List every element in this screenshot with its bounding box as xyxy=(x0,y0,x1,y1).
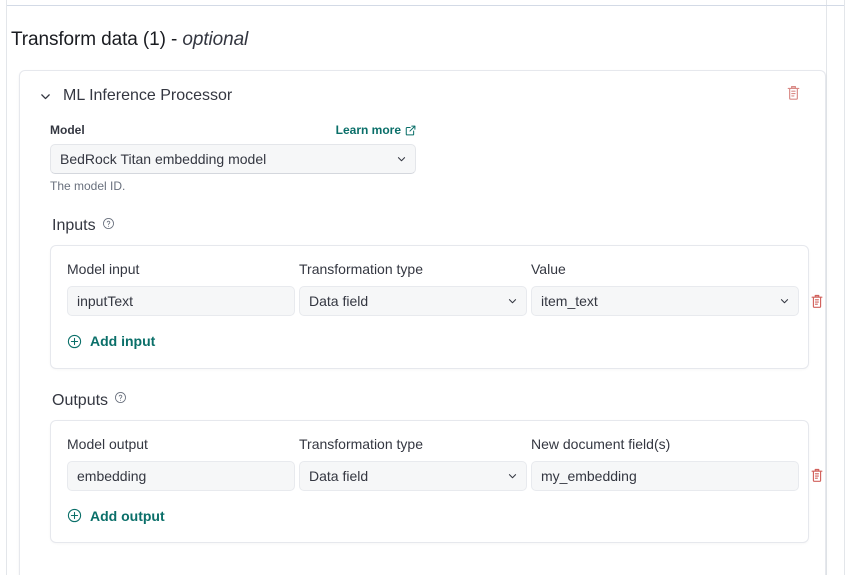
processor-header: ML Inference Processor xyxy=(20,71,825,106)
outputs-col-new-document-field: New document field(s) xyxy=(531,435,671,452)
outputs-table-header: Model output Transformation type New doc… xyxy=(67,435,796,453)
inputs-table-header: Model input Transformation type Value xyxy=(67,260,796,278)
chevron-down-icon xyxy=(779,296,790,307)
output-transformation-type-value: Data field xyxy=(309,467,369,484)
learn-more-label: Learn more xyxy=(335,123,401,137)
model-output-value: embedding xyxy=(77,467,147,484)
page-title-optional: optional xyxy=(182,29,249,50)
inputs-col-value: Value xyxy=(531,261,566,277)
model-field-header: Model Learn more xyxy=(50,122,416,138)
outputs-group: Outputs Model output Transformation type… xyxy=(50,391,823,543)
model-label: Model xyxy=(50,123,85,137)
model-select[interactable]: BedRock Titan embedding model xyxy=(50,144,416,174)
table-row: inputText Data field item_text xyxy=(67,286,823,316)
panel-right-border xyxy=(826,0,827,575)
add-output-button[interactable]: Add output xyxy=(67,507,165,525)
inputs-group: Inputs Model input Transformation type V… xyxy=(50,216,823,369)
model-input-field[interactable]: inputText xyxy=(67,286,295,316)
processor-title: ML Inference Processor xyxy=(63,87,233,104)
chevron-down-icon[interactable] xyxy=(36,87,54,105)
outputs-title-text: Outputs xyxy=(52,391,109,409)
outputs-col-model-output: Model output xyxy=(67,435,148,452)
form-content: Transform data (1) - optional ML Inferen… xyxy=(7,6,826,575)
input-value-select[interactable]: item_text xyxy=(531,286,799,316)
output-transformation-type-select[interactable]: Data field xyxy=(299,460,527,491)
table-row: embedding Data field my_embedding xyxy=(67,460,823,491)
page-title-text: Transform data (1) - xyxy=(11,29,178,50)
outputs-title: Outputs xyxy=(52,391,809,411)
inputs-col-transformation-type: Transformation type xyxy=(299,261,423,277)
add-input-button[interactable]: Add input xyxy=(67,332,155,350)
add-input-label: Add input xyxy=(90,333,156,349)
chevron-down-icon xyxy=(507,296,518,307)
page-title: Transform data (1) - optional xyxy=(11,28,826,52)
plus-circle-icon xyxy=(67,508,82,523)
inputs-title: Inputs xyxy=(52,216,809,236)
processor-body: Model Learn more BedRock Titan embedding… xyxy=(20,122,825,543)
inputs-panel: Model input Transformation type Value in… xyxy=(50,245,823,369)
plus-circle-icon xyxy=(67,334,82,349)
chevron-down-icon xyxy=(396,154,407,165)
delete-output-row-button[interactable] xyxy=(808,467,826,485)
model-help-text: The model ID. xyxy=(50,179,126,193)
delete-input-row-button[interactable] xyxy=(808,292,826,310)
page-root: Transform data (1) - optional ML Inferen… xyxy=(0,0,854,575)
model-input-value: inputText xyxy=(77,293,134,309)
input-transformation-type-value: Data field xyxy=(309,293,369,309)
inputs-col-model-input: Model input xyxy=(67,261,140,277)
learn-more-link[interactable]: Learn more xyxy=(336,122,416,138)
input-transformation-type-select[interactable]: Data field xyxy=(299,286,527,316)
add-output-label: Add output xyxy=(90,507,165,524)
model-output-field[interactable]: embedding xyxy=(67,460,295,491)
inputs-title-text: Inputs xyxy=(52,217,96,234)
outputs-col-transformation-type: Transformation type xyxy=(299,435,423,452)
external-link-icon xyxy=(405,125,416,136)
delete-processor-button[interactable] xyxy=(783,83,803,103)
model-select-value: BedRock Titan embedding model xyxy=(60,151,267,167)
outputs-panel: Model output Transformation type New doc… xyxy=(50,419,823,543)
processor-card: ML Inference Processor Model Learn more xyxy=(19,70,826,575)
new-document-field-value: my_embedding xyxy=(541,467,637,484)
input-value-text: item_text xyxy=(541,293,598,309)
chevron-down-icon xyxy=(507,470,518,481)
question-circle-icon[interactable] xyxy=(114,391,127,404)
page-right-border xyxy=(844,0,845,575)
new-document-field-input[interactable]: my_embedding xyxy=(531,460,799,491)
question-circle-icon[interactable] xyxy=(102,217,115,230)
